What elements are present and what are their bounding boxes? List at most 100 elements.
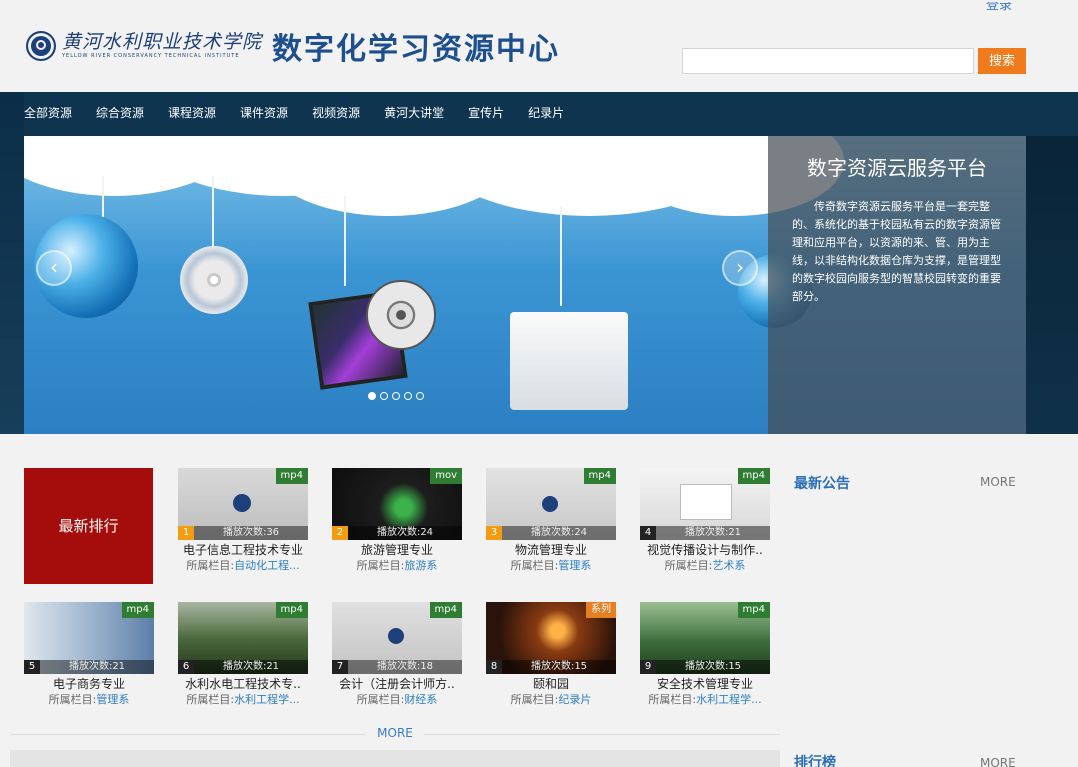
rank-number: 5 (24, 660, 40, 674)
video-card[interactable]: mp4 3 播放次数:24 物流管理专业 所属栏目:管理系 (486, 468, 616, 574)
latest-ranking-label: 最新排行 (24, 468, 153, 584)
video-thumbnail[interactable]: mp4 5 播放次数:21 (24, 602, 154, 674)
nav-item-course[interactable]: 课程资源 (168, 102, 216, 124)
play-count: 播放次数:36 (194, 526, 308, 540)
nav-item-video[interactable]: 视频资源 (312, 102, 360, 124)
nav-item-lecture[interactable]: 黄河大讲堂 (384, 102, 444, 124)
category-link[interactable]: 艺术系 (712, 559, 745, 572)
video-card[interactable]: 系列 8 播放次数:15 颐和园 所属栏目:纪录片 (486, 602, 616, 708)
video-thumbnail[interactable]: mov 2 播放次数:24 (332, 468, 462, 540)
video-title[interactable]: 视觉传播设计与制作.. (640, 542, 770, 558)
nav-item-general[interactable]: 综合资源 (96, 102, 144, 124)
school-seal-icon (26, 31, 56, 61)
format-badge: mp4 (737, 468, 770, 484)
video-thumbnail[interactable]: mp4 6 播放次数:21 (178, 602, 308, 674)
banner-edge-left (0, 92, 24, 434)
category-link[interactable]: 财经系 (404, 693, 437, 706)
category-link[interactable]: 自动化工程... (234, 559, 300, 572)
rank-number: 8 (486, 660, 502, 674)
site-header: 黄河水利职业技术学院 YELLOW RIVER CONSERVANCY TECH… (0, 0, 1078, 92)
video-thumbnail[interactable]: mp4 1 播放次数:36 (178, 468, 308, 540)
category-link[interactable]: 管理系 (558, 559, 591, 572)
slide-dot[interactable] (392, 392, 400, 400)
play-count: 播放次数:15 (502, 660, 616, 674)
format-badge: mp4 (429, 602, 462, 618)
school-seal-icon (388, 628, 404, 644)
slide-dot[interactable] (416, 392, 424, 400)
prev-slide-arrow-icon[interactable]: ‹ (36, 250, 72, 286)
banner: 全部资源 综合资源 课程资源 课件资源 视频资源 黄河大讲堂 宣传片 纪录片 ‹… (0, 92, 1078, 434)
school-seal-icon (233, 494, 251, 512)
rank-number: 9 (640, 660, 656, 674)
video-title[interactable]: 电子信息工程技术专业 (178, 542, 308, 558)
format-badge: mp4 (583, 468, 616, 484)
video-category: 所属栏目:管理系 (48, 693, 130, 706)
video-category: 所属栏目:旅游系 (356, 559, 438, 572)
format-badge: mp4 (121, 602, 154, 618)
video-thumbnail[interactable]: mp4 9 播放次数:15 (640, 602, 770, 674)
next-section-bar (10, 750, 780, 767)
category-link[interactable]: 纪录片 (558, 693, 591, 706)
slide-dot[interactable] (380, 392, 388, 400)
nav-item-documentary[interactable]: 纪录片 (528, 102, 564, 124)
banner-edge-right (1026, 136, 1078, 434)
hanging-string (560, 206, 562, 306)
school-name-en: YELLOW RIVER CONSERVANCY TECHNICAL INSTI… (62, 53, 240, 59)
folder-icon (510, 312, 628, 410)
video-card[interactable]: mov 2 播放次数:24 旅游管理专业 所属栏目:旅游系 (332, 468, 462, 574)
school-name: 黄河水利职业技术学院 (62, 31, 263, 53)
site-logo[interactable]: 黄河水利职业技术学院 YELLOW RIVER CONSERVANCY TECH… (26, 28, 560, 67)
play-count: 播放次数:21 (194, 660, 308, 674)
video-thumbnail[interactable]: mp4 3 播放次数:24 (486, 468, 616, 540)
banner-title: 数字资源云服务平台 (807, 156, 987, 180)
video-card[interactable]: mp4 9 播放次数:15 安全技术管理专业 所属栏目:水利工程学... (640, 602, 770, 708)
play-count: 播放次数:18 (348, 660, 462, 674)
site-title: 数字化学习资源中心 (272, 32, 561, 67)
banner-description: 传奇数字资源云服务平台是一套完整的、系统化的基于校园私有云的数字资源管理和应用平… (792, 200, 1001, 303)
next-slide-arrow-icon[interactable]: › (722, 250, 758, 286)
nav-item-promo[interactable]: 宣传片 (468, 102, 504, 124)
slide-dot[interactable] (404, 392, 412, 400)
video-card[interactable]: mp4 5 播放次数:21 电子商务专业 所属栏目:管理系 (24, 602, 154, 708)
search-input[interactable] (682, 48, 974, 74)
format-badge: mp4 (275, 468, 308, 484)
category-link[interactable]: 旅游系 (404, 559, 437, 572)
ranking-title: 排行榜 (794, 755, 836, 767)
format-badge: mov (430, 468, 462, 484)
format-badge: mp4 (275, 602, 308, 618)
video-title[interactable]: 颐和园 (486, 676, 616, 692)
video-card[interactable]: mp4 1 播放次数:36 电子信息工程技术专业 所属栏目:自动化工程... (178, 468, 308, 574)
nav-item-all[interactable]: 全部资源 (24, 102, 72, 124)
category-link[interactable]: 水利工程学... (696, 693, 762, 706)
video-title[interactable]: 旅游管理专业 (332, 542, 462, 558)
video-thumbnail[interactable]: 系列 8 播放次数:15 (486, 602, 616, 674)
video-category: 所属栏目:管理系 (510, 559, 592, 572)
video-card[interactable]: mp4 7 播放次数:18 会计（注册会计师方.. 所属栏目:财经系 (332, 602, 462, 708)
video-card[interactable]: mp4 4 播放次数:21 视觉传播设计与制作.. 所属栏目:艺术系 (640, 468, 770, 574)
category-link[interactable]: 水利工程学... (234, 693, 300, 706)
hanging-string (212, 176, 214, 254)
play-count: 播放次数:24 (348, 526, 462, 540)
login-link[interactable]: 登录 (986, 2, 1012, 14)
search-button[interactable]: 搜索 (978, 48, 1026, 74)
ranking-board-more-link[interactable]: MORE (980, 756, 1016, 767)
nav-item-courseware[interactable]: 课件资源 (240, 102, 288, 124)
play-count: 播放次数:21 (40, 660, 154, 674)
video-card[interactable]: mp4 6 播放次数:21 水利水电工程技术专.. 所属栏目:水利工程学... (178, 602, 308, 708)
video-title[interactable]: 会计（注册会计师方.. (332, 676, 462, 692)
ranking-more-link[interactable]: MORE (366, 726, 424, 740)
play-count: 播放次数:24 (502, 526, 616, 540)
school-seal-icon (542, 496, 558, 512)
notice-more-link[interactable]: MORE (980, 475, 1016, 489)
video-title[interactable]: 安全技术管理专业 (640, 676, 770, 692)
video-thumbnail[interactable]: mp4 4 播放次数:21 (640, 468, 770, 540)
video-title[interactable]: 电子商务专业 (24, 676, 154, 692)
video-title[interactable]: 水利水电工程技术专.. (178, 676, 308, 692)
slide-dot[interactable] (368, 392, 376, 400)
category-link[interactable]: 管理系 (96, 693, 129, 706)
main-nav: 全部资源 综合资源 课程资源 课件资源 视频资源 黄河大讲堂 宣传片 纪录片 (24, 102, 588, 124)
rank-number: 6 (178, 660, 194, 674)
video-category: 所属栏目:水利工程学... (648, 693, 762, 706)
video-title[interactable]: 物流管理专业 (486, 542, 616, 558)
video-thumbnail[interactable]: mp4 7 播放次数:18 (332, 602, 462, 674)
